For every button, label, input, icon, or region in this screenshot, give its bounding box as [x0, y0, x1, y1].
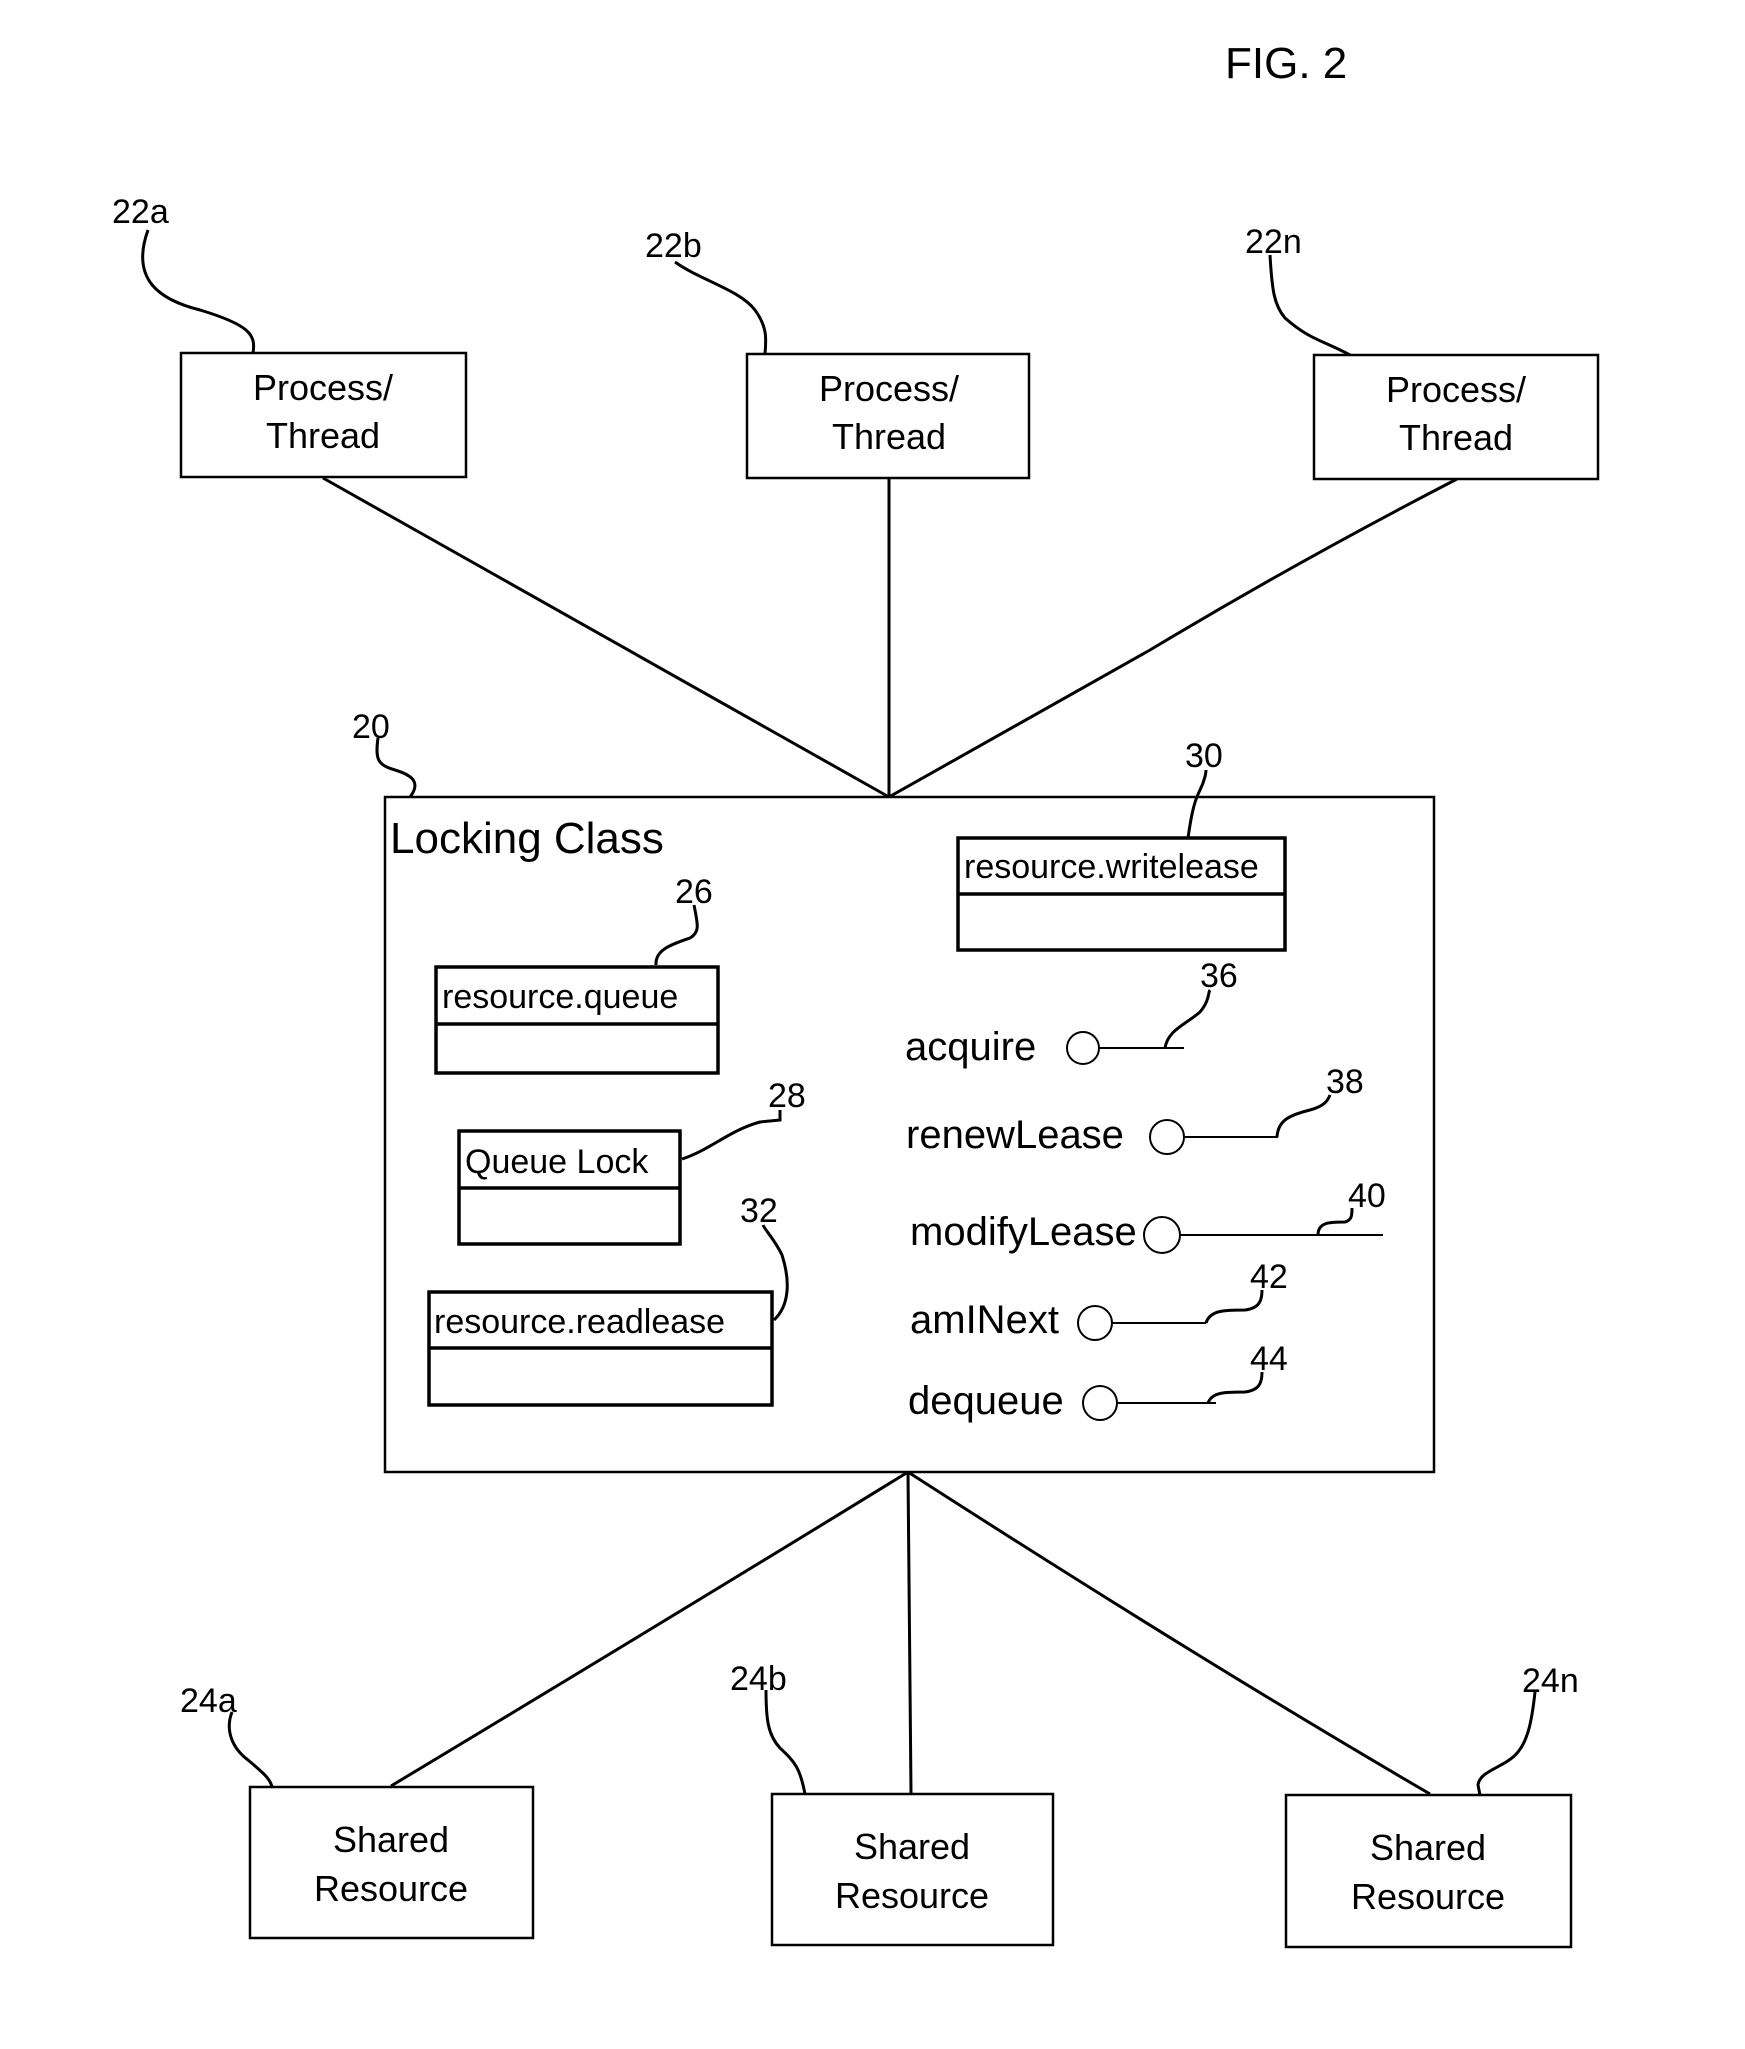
resource-connectors	[390, 1470, 1431, 1796]
interface-port-icon	[1066, 1031, 1100, 1065]
ref-36: 36	[1200, 957, 1238, 995]
member-name: resource.queue	[442, 978, 678, 1016]
ref-22b: 22b	[645, 227, 702, 265]
process-label-line2: Thread	[1399, 417, 1513, 458]
figure-title: FIG. 2	[1225, 39, 1347, 88]
resource-label-line1: Shared	[854, 1826, 970, 1867]
member-resource-writelease: resource.writelease 30	[956, 737, 1287, 952]
connector-22n	[888, 477, 1458, 799]
method-name: amINext	[910, 1298, 1059, 1342]
resource-box-frame	[1284, 1793, 1573, 1949]
resource-box-24b: Shared Resource 24b	[730, 1660, 1055, 1947]
resource-label-line1: Shared	[333, 1819, 449, 1860]
leader-22a	[141, 229, 256, 354]
leader-24n	[1476, 1691, 1537, 1796]
interface-port-icon	[1077, 1305, 1113, 1341]
ref-38: 38	[1326, 1063, 1364, 1101]
ref-24b: 24b	[730, 1660, 787, 1698]
leader-22b	[674, 260, 768, 355]
process-label-line1: Process/	[253, 367, 393, 408]
method-name: modifyLease	[910, 1210, 1137, 1254]
resource-label-line1: Shared	[1370, 1827, 1486, 1868]
leader-24a	[227, 1711, 274, 1788]
interface-port-icon	[1143, 1216, 1181, 1254]
resource-label-line2: Resource	[314, 1868, 468, 1909]
process-box-22n: Process/ Thread 22n	[1245, 223, 1600, 481]
method-name: renewLease	[906, 1113, 1124, 1157]
locking-class: Locking Class 20 resource.queue 26 Queue…	[352, 708, 1436, 1474]
ref-30: 30	[1185, 737, 1223, 775]
ref-24a: 24a	[180, 1682, 237, 1720]
ref-42: 42	[1250, 1258, 1288, 1296]
ref-22a: 22a	[112, 193, 169, 231]
process-label-line2: Thread	[832, 416, 946, 457]
locking-class-title: Locking Class	[390, 814, 664, 863]
leader-22n	[1268, 254, 1351, 357]
ref-44: 44	[1250, 1340, 1288, 1378]
ref-20: 20	[352, 708, 390, 746]
process-box-22a: Process/ Thread 22a	[112, 193, 468, 479]
ref-24n: 24n	[1522, 1662, 1579, 1700]
connector-22a	[322, 476, 890, 799]
resource-box-frame	[770, 1792, 1055, 1947]
interface-port-icon	[1149, 1119, 1185, 1155]
patent-diagram: FIG. 2 Process/ Thread 22a Process/ Thre…	[112, 39, 1600, 1949]
member-name: resource.readlease	[434, 1303, 725, 1341]
resource-box-frame	[248, 1785, 535, 1940]
member-name: Queue Lock	[465, 1143, 649, 1181]
method-name: dequeue	[908, 1379, 1064, 1423]
leader-20	[375, 737, 417, 798]
resource-label-line2: Resource	[1351, 1876, 1505, 1917]
process-box-22b: Process/ Thread 22b	[645, 227, 1031, 480]
interface-port-icon	[1082, 1385, 1118, 1421]
ref-22n: 22n	[1245, 223, 1302, 261]
ref-32: 32	[740, 1192, 778, 1230]
process-connectors	[322, 476, 1458, 799]
connector-24a	[390, 1470, 909, 1788]
ref-28: 28	[768, 1077, 806, 1115]
process-label-line1: Process/	[1386, 369, 1526, 410]
method-name: acquire	[905, 1025, 1036, 1069]
connector-24n	[907, 1470, 1431, 1796]
ref-26: 26	[675, 873, 713, 911]
resource-box-24a: Shared Resource 24a	[180, 1682, 535, 1940]
process-label-line1: Process/	[819, 368, 959, 409]
resource-label-line2: Resource	[835, 1875, 989, 1916]
member-name: resource.writelease	[964, 848, 1259, 886]
leader-24b	[764, 1689, 807, 1795]
process-label-line2: Thread	[266, 415, 380, 456]
connector-24b	[906, 1471, 913, 1794]
resource-box-24n: Shared Resource 24n	[1284, 1662, 1579, 1949]
ref-40: 40	[1348, 1177, 1386, 1215]
